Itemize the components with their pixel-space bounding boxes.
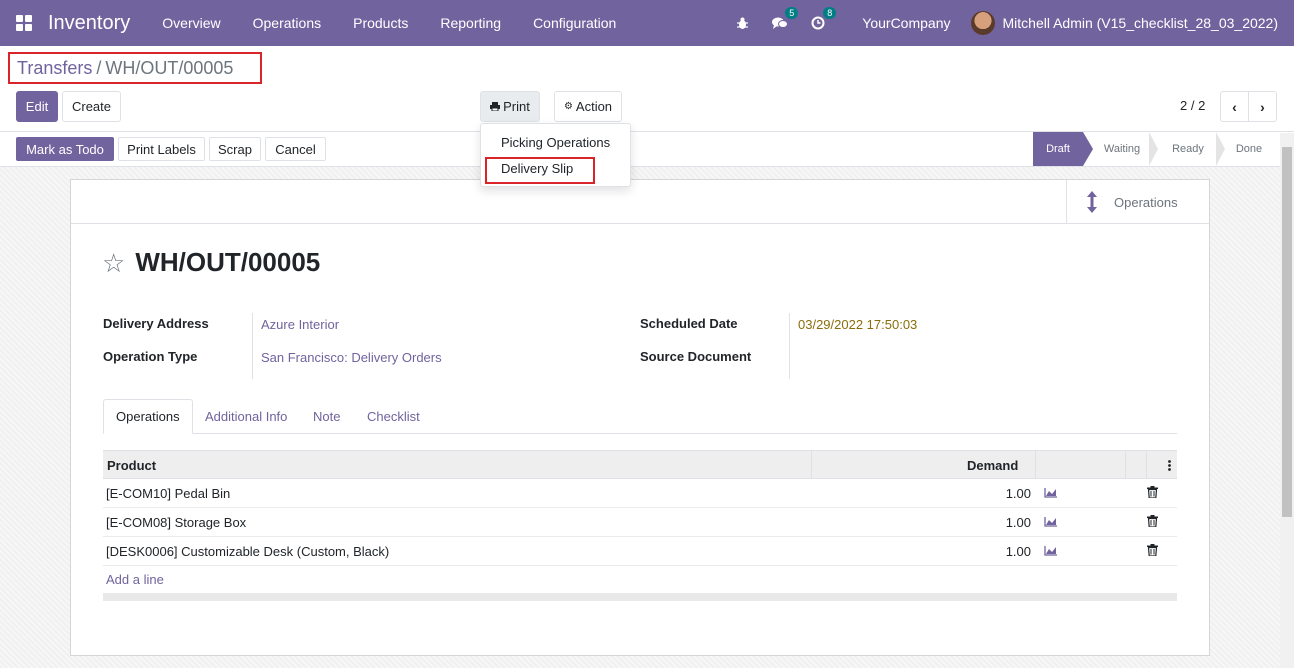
form-sheet: Operations ☆ WH/OUT/00005 Delivery Addre… bbox=[70, 179, 1210, 656]
create-button[interactable]: Create bbox=[62, 91, 121, 122]
delivery-address-label: Delivery Address bbox=[103, 316, 209, 331]
stage-arrow bbox=[1149, 132, 1158, 166]
record-title-row: ☆ WH/OUT/00005 bbox=[102, 247, 320, 278]
vertical-scrollbar[interactable] bbox=[1280, 133, 1294, 668]
record-title: WH/OUT/00005 bbox=[135, 247, 321, 277]
pager-value[interactable]: 2 / 2 bbox=[1180, 98, 1205, 113]
stage-waiting[interactable]: Waiting bbox=[1095, 132, 1149, 166]
menu-reporting[interactable]: Reporting bbox=[424, 15, 517, 31]
breadcrumb: Transfers / WH/OUT/00005 bbox=[8, 52, 262, 84]
delivery-address-value[interactable]: Azure Interior bbox=[261, 317, 339, 332]
print-button-label: Print bbox=[503, 99, 530, 114]
row-demand[interactable]: 1.00 bbox=[973, 508, 1031, 536]
stage-arrow bbox=[1216, 132, 1225, 166]
field-separator bbox=[252, 313, 253, 379]
scheduled-date-value[interactable]: 03/29/2022 17:50:03 bbox=[798, 317, 917, 332]
scheduled-date-label: Scheduled Date bbox=[640, 316, 738, 331]
row-demand[interactable]: 1.00 bbox=[973, 479, 1031, 507]
scrollbar-thumb[interactable] bbox=[1282, 147, 1292, 517]
operations-smart-button-label: Operations bbox=[1114, 194, 1178, 210]
action-button[interactable]: ⚙ Action bbox=[554, 91, 622, 122]
tab-checklist[interactable]: Checklist bbox=[355, 399, 432, 434]
trash-icon[interactable] bbox=[1147, 515, 1158, 527]
scrap-button[interactable]: Scrap bbox=[209, 137, 261, 161]
control-panel: Transfers / WH/OUT/00005 Edit Create Pri… bbox=[0, 46, 1294, 132]
top-navbar: Inventory Overview Operations Products R… bbox=[0, 0, 1294, 46]
printer-icon bbox=[490, 102, 501, 111]
operation-type-label: Operation Type bbox=[103, 349, 198, 364]
column-separator bbox=[1146, 451, 1147, 479]
print-button[interactable]: Print bbox=[480, 91, 540, 122]
operations-table: Product Demand [E-COM10] Pedal Bin 1.00 … bbox=[103, 450, 1177, 601]
cancel-button[interactable]: Cancel bbox=[265, 137, 326, 161]
activities-clock-icon[interactable]: 8 bbox=[810, 7, 837, 31]
row-demand[interactable]: 1.00 bbox=[973, 537, 1031, 565]
print-labels-button[interactable]: Print Labels bbox=[118, 137, 205, 161]
star-icon[interactable]: ☆ bbox=[102, 250, 125, 276]
app-name[interactable]: Inventory bbox=[48, 12, 130, 35]
stage-draft[interactable]: Draft bbox=[1033, 132, 1083, 166]
trash-icon[interactable] bbox=[1147, 544, 1158, 556]
row-product[interactable]: [DESK0006] Customizable Desk (Custom, Bl… bbox=[106, 537, 389, 565]
table-header: Product Demand bbox=[103, 450, 1177, 479]
gear-icon: ⚙ bbox=[563, 101, 573, 112]
table-row[interactable]: [E-COM10] Pedal Bin 1.00 bbox=[103, 479, 1177, 508]
print-picking-operations[interactable]: Picking Operations bbox=[501, 135, 610, 150]
tab-note[interactable]: Note bbox=[301, 399, 352, 434]
menu-products[interactable]: Products bbox=[337, 15, 424, 31]
row-product[interactable]: [E-COM08] Storage Box bbox=[106, 508, 246, 536]
user-menu[interactable]: Mitchell Admin (V15_checklist_28_03_2022… bbox=[1003, 15, 1279, 31]
action-button-label: Action bbox=[575, 99, 613, 114]
forecast-chart-icon[interactable] bbox=[1044, 487, 1058, 498]
forecast-chart-icon[interactable] bbox=[1044, 516, 1058, 527]
row-product[interactable]: [E-COM10] Pedal Bin bbox=[106, 479, 230, 507]
field-separator bbox=[789, 313, 790, 379]
pager-previous-button[interactable]: ‹ bbox=[1220, 91, 1249, 122]
tab-additional-info[interactable]: Additional Info bbox=[193, 399, 299, 434]
activities-badge: 8 bbox=[823, 7, 837, 19]
form-notebook-tabs: Operations Additional Info Note Checklis… bbox=[103, 399, 1177, 434]
column-demand[interactable]: Demand bbox=[967, 451, 1018, 479]
apps-menu-icon[interactable] bbox=[16, 15, 32, 31]
column-separator bbox=[811, 451, 812, 479]
breadcrumb-current: WH/OUT/00005 bbox=[105, 57, 234, 78]
pager-next-button[interactable]: › bbox=[1248, 91, 1277, 122]
trash-icon[interactable] bbox=[1147, 486, 1158, 498]
column-product[interactable]: Product bbox=[107, 451, 156, 479]
forecast-chart-icon[interactable] bbox=[1044, 545, 1058, 556]
table-footer bbox=[103, 593, 1177, 601]
mark-as-todo-button[interactable]: Mark as Todo bbox=[16, 137, 114, 161]
delivery-slip-highlight bbox=[485, 157, 595, 184]
vertical-arrows-icon bbox=[1085, 191, 1099, 213]
bug-icon[interactable] bbox=[734, 15, 750, 31]
column-separator bbox=[1035, 451, 1036, 479]
tab-operations[interactable]: Operations bbox=[103, 399, 193, 434]
chevron-right-icon: › bbox=[1260, 98, 1265, 115]
operations-smart-button[interactable]: Operations bbox=[1066, 180, 1209, 224]
table-row[interactable]: [E-COM08] Storage Box 1.00 bbox=[103, 508, 1177, 537]
stage-arrow bbox=[1083, 132, 1093, 166]
operation-type-value[interactable]: San Francisco: Delivery Orders bbox=[261, 350, 442, 365]
add-a-line-link[interactable]: Add a line bbox=[106, 566, 164, 593]
source-document-label: Source Document bbox=[640, 349, 752, 364]
stage-ready[interactable]: Ready bbox=[1160, 132, 1216, 166]
chevron-left-icon: ‹ bbox=[1232, 98, 1237, 115]
messages-badge: 5 bbox=[785, 7, 799, 19]
print-dropdown-menu: Picking Operations Delivery Slip bbox=[480, 123, 631, 187]
messages-icon[interactable]: 5 bbox=[772, 7, 799, 31]
breadcrumb-transfers-link[interactable]: Transfers bbox=[17, 58, 92, 79]
breadcrumb-separator: / bbox=[96, 57, 102, 78]
edit-button[interactable]: Edit bbox=[16, 91, 58, 122]
smart-button-box: Operations bbox=[71, 180, 1209, 224]
menu-configuration[interactable]: Configuration bbox=[517, 15, 632, 31]
form-statusbar: Mark as Todo Print Labels Scrap Cancel D… bbox=[0, 132, 1294, 167]
optional-columns-kebab-icon[interactable] bbox=[1168, 451, 1171, 479]
stage-done[interactable]: Done bbox=[1226, 132, 1272, 166]
menu-overview[interactable]: Overview bbox=[146, 15, 236, 31]
company-switcher[interactable]: YourCompany bbox=[862, 15, 950, 31]
column-separator bbox=[1125, 451, 1126, 479]
table-row[interactable]: [DESK0006] Customizable Desk (Custom, Bl… bbox=[103, 537, 1177, 566]
menu-operations[interactable]: Operations bbox=[237, 15, 337, 31]
user-avatar[interactable] bbox=[970, 11, 995, 35]
